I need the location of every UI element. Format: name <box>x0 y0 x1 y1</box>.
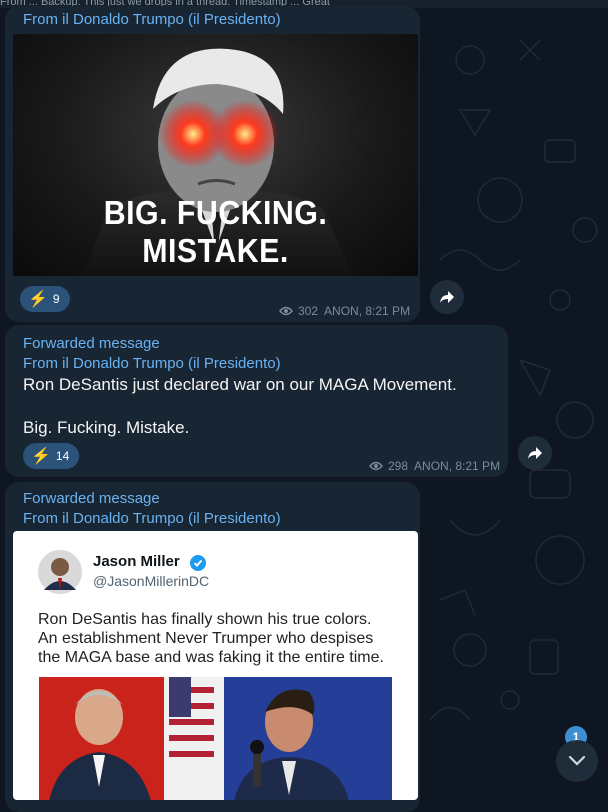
view-count: 302 <box>298 304 319 318</box>
meme-caption: BIG. FUCKING. MISTAKE. <box>103 194 328 269</box>
forwarded-label: Forwarded message <box>23 490 160 507</box>
scroll-to-bottom-button[interactable] <box>556 740 598 782</box>
message-bubble-2[interactable]: Forwarded message From il Donaldo Trumpo… <box>5 325 508 477</box>
message-meta: 298 ANON, 8:21 PM <box>369 459 500 473</box>
tweet-screenshot[interactable]: Jason Miller @JasonMillerinDC Ron DeSant… <box>13 531 418 800</box>
message-text-line-2: Big. Fucking. Mistake. <box>23 418 190 437</box>
view-count: 298 <box>388 459 409 473</box>
share-button[interactable] <box>430 280 464 314</box>
eye-icon <box>369 461 383 471</box>
avatar <box>38 550 82 594</box>
lightning-icon: ⚡ <box>31 448 51 465</box>
reaction-chip[interactable]: ⚡ 9 <box>20 286 70 312</box>
tweet-author-name: Jason Miller <box>93 553 180 570</box>
reaction-chip[interactable]: ⚡ 14 <box>23 443 80 469</box>
author-time: ANON, 8:21 PM <box>414 459 501 473</box>
sender-name[interactable]: From il Donaldo Trumpo (il Presidento) <box>23 509 281 529</box>
tweet-text-line-2: An establishment Never Trumper who despi… <box>38 630 374 647</box>
share-arrow-icon <box>528 447 542 459</box>
share-arrow-icon <box>440 291 454 303</box>
forwarded-label: Forwarded message <box>23 335 160 352</box>
tweet-photo <box>39 677 392 800</box>
message-text-line-1: Ron DeSantis just declared war on our MA… <box>23 375 457 394</box>
sender-name[interactable]: From il Donaldo Trumpo (il Presidento) <box>23 354 281 374</box>
tweet-text-line-1: Ron DeSantis has finally shown his true … <box>38 611 372 628</box>
message-meta: 302 ANON, 8:21 PM <box>279 304 410 318</box>
share-button[interactable] <box>518 436 552 470</box>
author-time: ANON, 8:21 PM <box>324 304 411 318</box>
lightning-icon: ⚡ <box>28 291 48 308</box>
tweet-text-line-3: the MAGA base and was faking it the enti… <box>38 649 384 666</box>
meme-image[interactable]: BIG. FUCKING. MISTAKE. <box>13 34 418 276</box>
reaction-count: 9 <box>52 292 60 306</box>
tweet-handle: @JasonMillerinDC <box>93 573 210 589</box>
verified-badge-icon <box>190 555 206 571</box>
eye-icon <box>279 306 293 316</box>
reaction-count: 14 <box>55 449 70 463</box>
chevron-down-icon <box>568 755 586 766</box>
sender-name[interactable]: From il Donaldo Trumpo (il Presidento) <box>23 10 281 30</box>
